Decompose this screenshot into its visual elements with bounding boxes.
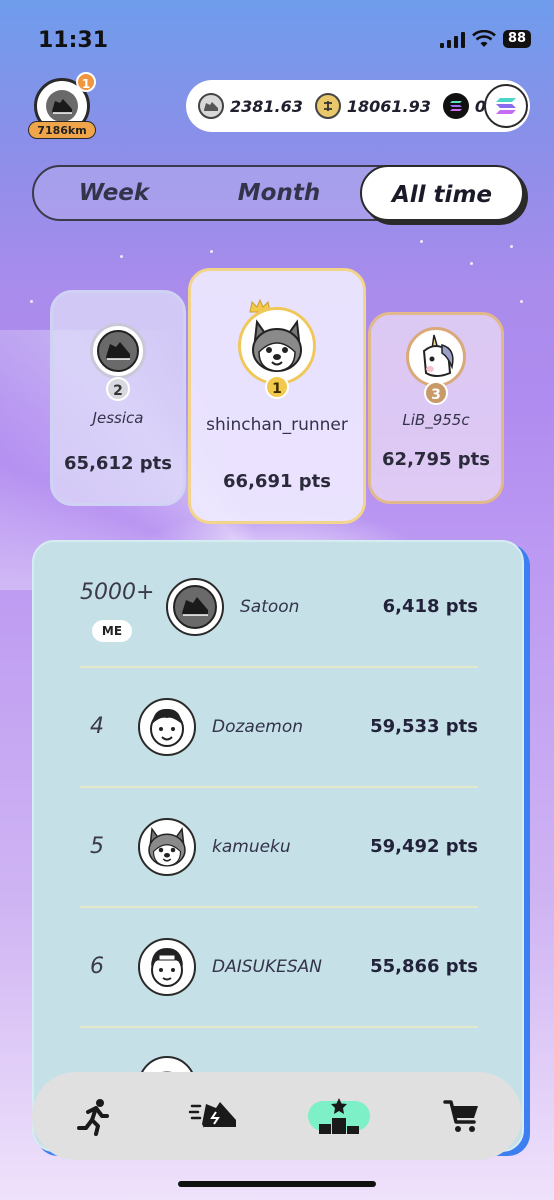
period-tabs: Week Month All time: [32, 165, 524, 221]
notification-badge: 1: [76, 72, 96, 92]
boy-face-icon: [150, 708, 184, 747]
player-points: 59,492 pts: [370, 836, 478, 857]
avatar: [238, 307, 316, 385]
my-rank-row[interactable]: 5000+ ME Satoon 6,418 pts: [80, 548, 478, 666]
wifi-icon: [472, 30, 496, 47]
tab-all-time[interactable]: All time: [360, 165, 524, 221]
distance-badge: 7186km: [28, 121, 96, 139]
podium-icon: [319, 1098, 359, 1134]
currency-item: 0: [442, 93, 486, 119]
currency-item: 18061.93: [314, 93, 431, 119]
avatar: [138, 938, 196, 996]
signal-icon: [440, 32, 465, 48]
player-name: shinchan_runner: [206, 415, 348, 435]
sneaker-icon: [173, 585, 217, 629]
rank-number: 6: [90, 954, 104, 979]
player-points: 59,533 pts: [370, 716, 478, 737]
player-points: 6,418 pts: [382, 596, 478, 617]
row-divider: [80, 1026, 478, 1028]
avatar: [90, 323, 146, 379]
rank-badge: 2: [106, 377, 130, 401]
table-row[interactable]: 5 kamueku 59,492 pts: [80, 788, 478, 906]
rank-number: 4: [90, 714, 104, 739]
nav-run[interactable]: [68, 1090, 120, 1142]
avatar: [166, 578, 224, 636]
shiba-dog-icon: [148, 826, 186, 867]
player-name: DAISUKESAN: [212, 957, 322, 977]
me-badge: ME: [92, 620, 132, 642]
table-row[interactable]: 6 DAISUKESAN 55,866 pts: [80, 908, 478, 1026]
nav-leaderboard[interactable]: [313, 1090, 365, 1142]
table-row[interactable]: 4 Dozaemon 59,533 pts: [80, 668, 478, 786]
bottom-nav: [32, 1072, 522, 1160]
currency-item: 2381.63: [198, 93, 303, 119]
player-points: 62,795 pts: [382, 449, 490, 470]
gold-coin-icon: [314, 93, 341, 119]
avatar: [138, 698, 196, 756]
home-indicator: [178, 1181, 376, 1187]
solana-icon: [442, 93, 469, 119]
status-time: 11:31: [38, 28, 109, 53]
solana-icon: [496, 98, 516, 114]
player-points: 65,612 pts: [64, 453, 172, 474]
cart-icon: [443, 1100, 478, 1132]
sneaker-icon: [97, 330, 139, 372]
sneaker-icon: [188, 1102, 236, 1129]
podium-second-card[interactable]: 2 Jessica 65,612 pts: [50, 290, 186, 506]
unicorn-icon: [422, 334, 454, 377]
podium-first-card[interactable]: 1 shinchan_runner 66,691 pts: [188, 268, 366, 524]
avatar: [138, 818, 196, 876]
rank-badge: 3: [424, 381, 448, 405]
status-bar: 11:31 88: [0, 28, 554, 54]
player-points: 55,866 pts: [370, 956, 478, 977]
player-name: Dozaemon: [212, 717, 304, 737]
rank-badge: 1: [265, 375, 289, 399]
rank-number: 5000+: [80, 580, 155, 605]
profile-avatar-button[interactable]: 1 7186km: [28, 72, 98, 142]
player-name: Satoon: [240, 597, 300, 617]
rank-number: 5: [90, 834, 104, 859]
battery-icon: 88: [503, 30, 531, 48]
nav-shop[interactable]: [436, 1090, 488, 1142]
runner-icon: [77, 1099, 109, 1136]
wallet-button[interactable]: [484, 84, 528, 128]
currency-value: 2381.63: [230, 96, 303, 116]
tab-week[interactable]: Week: [54, 167, 174, 219]
sneaker-icon: [46, 90, 78, 122]
currency-bar: 2381.63 18061.93 0: [186, 80, 530, 132]
tab-month[interactable]: Month: [214, 167, 344, 219]
shiba-dog-icon: [252, 319, 302, 372]
player-name: LiB_955c: [402, 411, 470, 429]
man-face-icon: [151, 948, 183, 987]
nav-sneakers[interactable]: [188, 1090, 240, 1142]
player-name: kamueku: [212, 837, 291, 857]
podium-third-card[interactable]: 3 LiB_955c 62,795 pts: [368, 312, 504, 504]
sneaker-coin-icon: [198, 93, 224, 119]
player-name: Jessica: [92, 409, 144, 427]
avatar: [406, 327, 466, 387]
player-points: 66,691 pts: [223, 471, 331, 492]
currency-value: 18061.93: [346, 96, 431, 116]
leaderboard-panel: 5000+ ME Satoon 6,418 pts 4 Dozaemon 59,…: [32, 540, 524, 1152]
